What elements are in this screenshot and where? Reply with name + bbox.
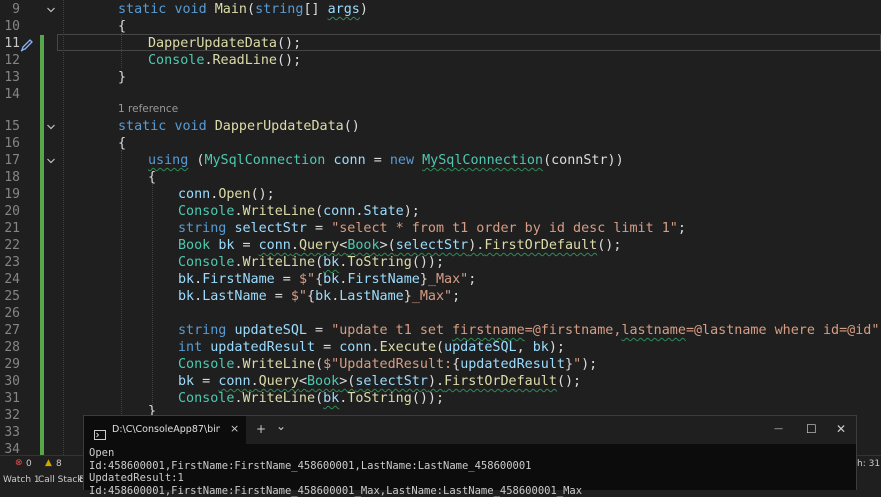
change-bar: [40, 35, 44, 455]
console-tab[interactable]: D:\C\ConsoleApp87\bin\Debu ×: [84, 416, 246, 444]
line-number: 25: [4, 289, 20, 304]
console-window[interactable]: D:\C\ConsoleApp87\bin\Debu × + ⌄ — ☐ ✕ O…: [83, 415, 857, 497]
line-number: 21: [4, 221, 20, 236]
minimize-button[interactable]: —: [774, 424, 783, 434]
line-number: 14: [4, 87, 20, 102]
code-line-19: conn.Open();: [178, 187, 275, 202]
code-line-13: }: [118, 70, 127, 85]
fold-chevron-icon[interactable]: [46, 122, 56, 132]
line-number: 23: [4, 255, 20, 270]
line-number-gutter: 9 10 11 12 13 14 15 16 17 18 19 20 21 22 23 24 25 26 27 28 2…: [0, 0, 60, 457]
tab-call-stack[interactable]: Call Stack: [38, 475, 83, 485]
line-number: 18: [4, 170, 20, 185]
line-number: 33: [4, 425, 20, 440]
code-line-23: Console.WriteLine(bk.ToString());: [178, 255, 445, 270]
line-number: 24: [4, 272, 20, 287]
line-number: 27: [4, 323, 20, 338]
code-line-30: bk = conn.Query<Book>(selectStr).FirstOr…: [178, 374, 582, 389]
line-number: 30: [4, 374, 20, 389]
line-number: 20: [4, 204, 20, 219]
fold-chevron-icon[interactable]: [46, 156, 56, 166]
indent-guide: [121, 150, 122, 420]
line-number: 31: [4, 391, 20, 406]
line-number: 32: [4, 408, 20, 423]
code-line-12: Console.ReadLine();: [148, 53, 302, 68]
line-number: 16: [4, 136, 20, 151]
output-line: Id:458600001,FirstName:FirstName_4586000…: [89, 484, 583, 497]
line-number: 29: [4, 357, 20, 372]
line-number: 26: [4, 306, 20, 321]
console-titlebar[interactable]: D:\C\ConsoleApp87\bin\Debu × + ⌄ — ☐ ✕: [84, 416, 856, 444]
code-line-28: int updatedResult = conn.Execute(updateS…: [178, 340, 565, 355]
indent-guide: [63, 0, 64, 455]
code-line-25: bk.LastName = $"{bk.LastName}_Max";: [178, 289, 461, 304]
error-icon[interactable]: ⊗: [15, 458, 23, 468]
line-number: 12: [4, 53, 20, 68]
new-tab-button[interactable]: +: [256, 422, 266, 436]
terminal-icon: [94, 425, 106, 440]
code-line-9: static void Main(string[] args): [118, 2, 368, 17]
code-lens-reference[interactable]: 1 reference: [118, 103, 178, 115]
close-tab-icon[interactable]: ×: [230, 422, 239, 435]
line-number: 17: [4, 153, 20, 168]
chevron-down-icon[interactable]: ⌄: [276, 419, 286, 433]
line-number: 11: [4, 36, 20, 51]
tab-watch[interactable]: Watch 1: [3, 475, 40, 485]
line-number: 15: [4, 119, 20, 134]
code-line-18: {: [148, 170, 157, 185]
line-number: 22: [4, 238, 20, 253]
output-line: Open: [89, 447, 115, 459]
code-line-20: Console.WriteLine(conn.State);: [178, 204, 420, 219]
code-line-27: string updateSQL = "update t1 set firstn…: [178, 323, 881, 338]
maximize-button[interactable]: ☐: [806, 422, 817, 436]
code-line-31: Console.WriteLine(bk.ToString());: [178, 391, 445, 406]
warning-count[interactable]: 8: [56, 459, 62, 469]
output-line: Id:458600001,FirstName:FirstName_4586000…: [89, 459, 532, 472]
console-tab-title: D:\C\ConsoleApp87\bin\Debu: [112, 424, 220, 435]
code-line-22: Book bk = conn.Query<Book>(selectStr).Fi…: [178, 238, 622, 253]
line-number: 10: [4, 19, 20, 34]
code-line-17: using (MySqlConnection conn = new MySqlC…: [148, 153, 624, 168]
line-number: 13: [4, 70, 20, 85]
code-line-16: {: [118, 136, 127, 151]
code-line-21: string selectStr = "select * from t1 ord…: [178, 221, 686, 236]
code-line-29: Console.WriteLine($"UpdatedResult:{updat…: [178, 357, 598, 372]
error-count[interactable]: 0: [26, 459, 32, 469]
code-line-24: bk.FirstName = $"{bk.FirstName}_Max";: [178, 272, 477, 287]
close-button[interactable]: ✕: [836, 422, 846, 436]
warning-icon[interactable]: ▲: [45, 458, 52, 468]
code-line-15: static void DapperUpdateData(): [118, 119, 360, 134]
indent-guide: [152, 184, 153, 409]
fold-chevron-icon[interactable]: [46, 5, 56, 15]
output-line: UpdatedResult:1: [89, 472, 184, 485]
cursor-position[interactable]: h: 31: [857, 459, 880, 469]
line-number: 28: [4, 340, 20, 355]
code-line-10: {: [118, 19, 127, 34]
pencil-edit-icon[interactable]: [20, 37, 34, 52]
code-editor[interactable]: 9 10 11 12 13 14 15 16 17 18 19 20 21 22 23 24 25 26 27 28 2…: [0, 0, 881, 457]
line-number: 19: [4, 187, 20, 202]
line-number: 9: [12, 2, 20, 17]
code-line-11: DapperUpdateData();: [148, 36, 302, 51]
